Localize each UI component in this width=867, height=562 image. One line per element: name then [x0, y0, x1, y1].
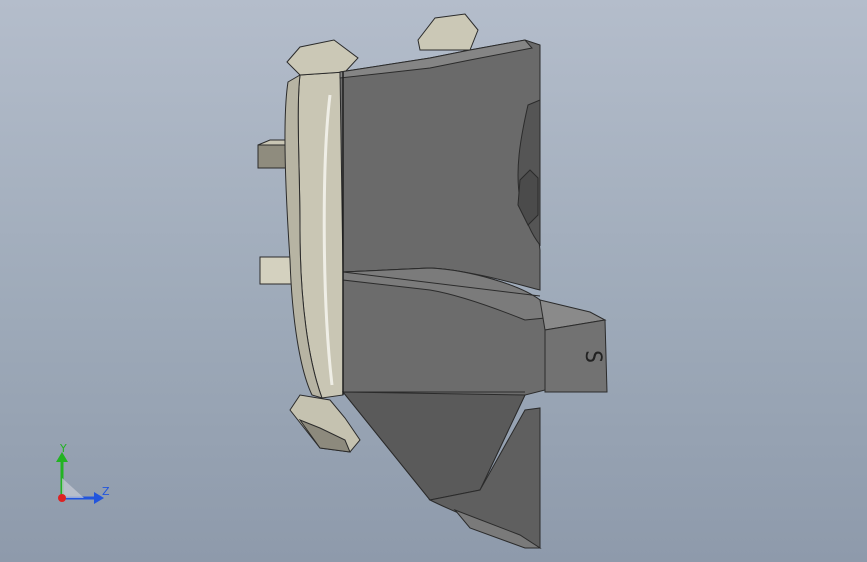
graphics-viewport[interactable]: S Y Z — [0, 0, 867, 562]
tab-left — [286, 39, 359, 76]
z-axis-label: Z — [102, 485, 110, 498]
orientation-triad: Y Z — [56, 442, 110, 504]
xz-plane — [62, 478, 84, 498]
upper-body — [339, 39, 541, 291]
y-axis-label: Y — [59, 442, 67, 455]
engraved-text: S — [580, 350, 605, 363]
part-model[interactable]: S — [0, 0, 867, 562]
x-axis-dot — [58, 494, 66, 502]
tab-right — [417, 13, 479, 51]
